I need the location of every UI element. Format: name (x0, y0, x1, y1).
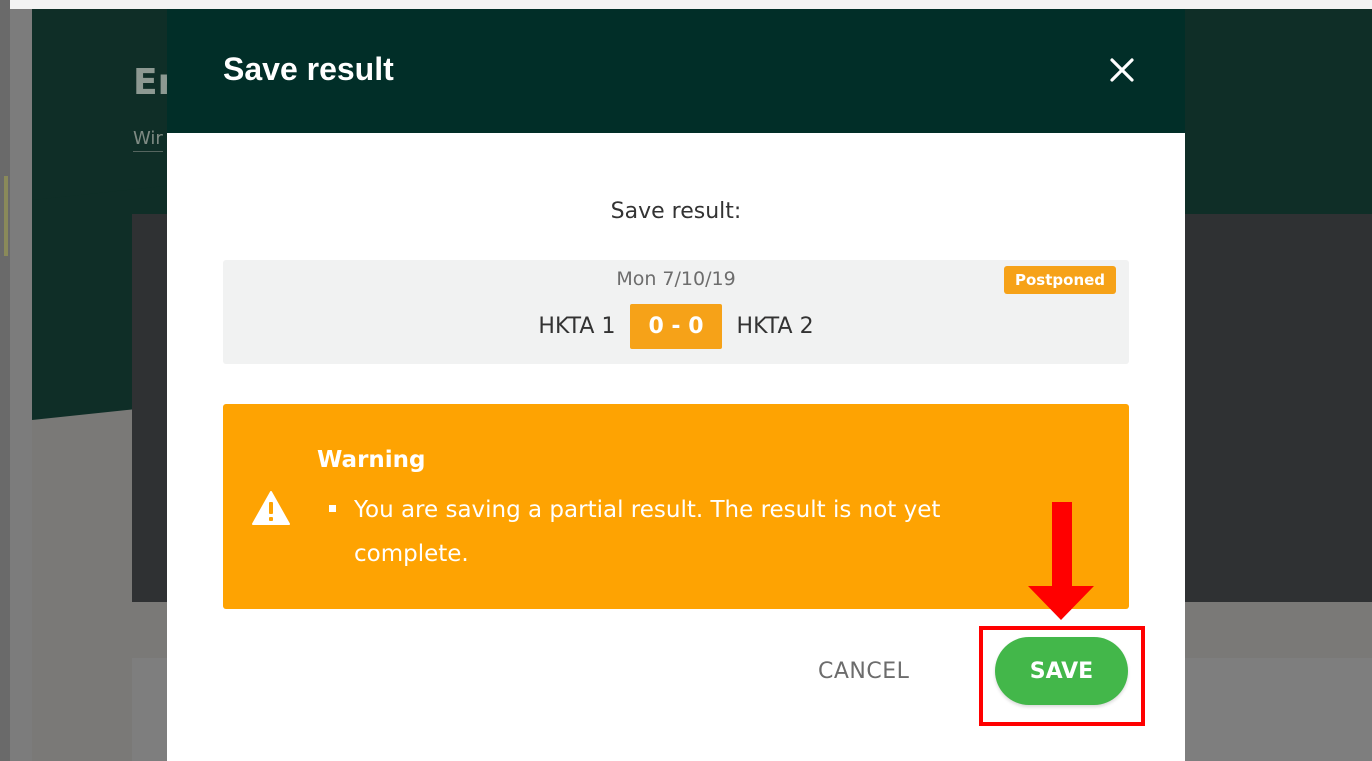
warning-title: Warning (317, 447, 426, 473)
away-team: HKTA 2 (736, 314, 814, 339)
close-button[interactable] (1107, 55, 1137, 85)
warning-list: You are saving a partial result. The res… (327, 488, 1027, 576)
cancel-button[interactable]: CANCEL (818, 659, 909, 684)
dialog-header: Save result (167, 9, 1185, 133)
status-badge: Postponed (1004, 266, 1117, 294)
background-accent (4, 176, 8, 256)
teams-row: HKTA 1 0 - 0 HKTA 2 (223, 304, 1129, 349)
score-badge: 0 - 0 (630, 304, 722, 349)
close-icon (1110, 58, 1134, 82)
match-date: Mon 7/10/19 (616, 268, 736, 290)
background-left-bar (0, 0, 10, 761)
dialog-title: Save result (223, 51, 394, 87)
home-team: HKTA 1 (538, 314, 616, 339)
warning-alert: Warning You are saving a partial result.… (223, 404, 1129, 609)
save-result-prompt: Save result: (610, 199, 742, 224)
background-page-subtitle: Wir (133, 128, 163, 152)
warning-triangle-icon (252, 491, 290, 525)
warning-item: You are saving a partial result. The res… (327, 488, 1027, 576)
annotation-arrow-icon (1028, 502, 1094, 620)
annotation-highlight-box (979, 626, 1145, 726)
background-top-strip (10, 0, 1372, 9)
match-card: Mon 7/10/19 Postponed HKTA 1 0 - 0 HKTA … (223, 260, 1129, 364)
